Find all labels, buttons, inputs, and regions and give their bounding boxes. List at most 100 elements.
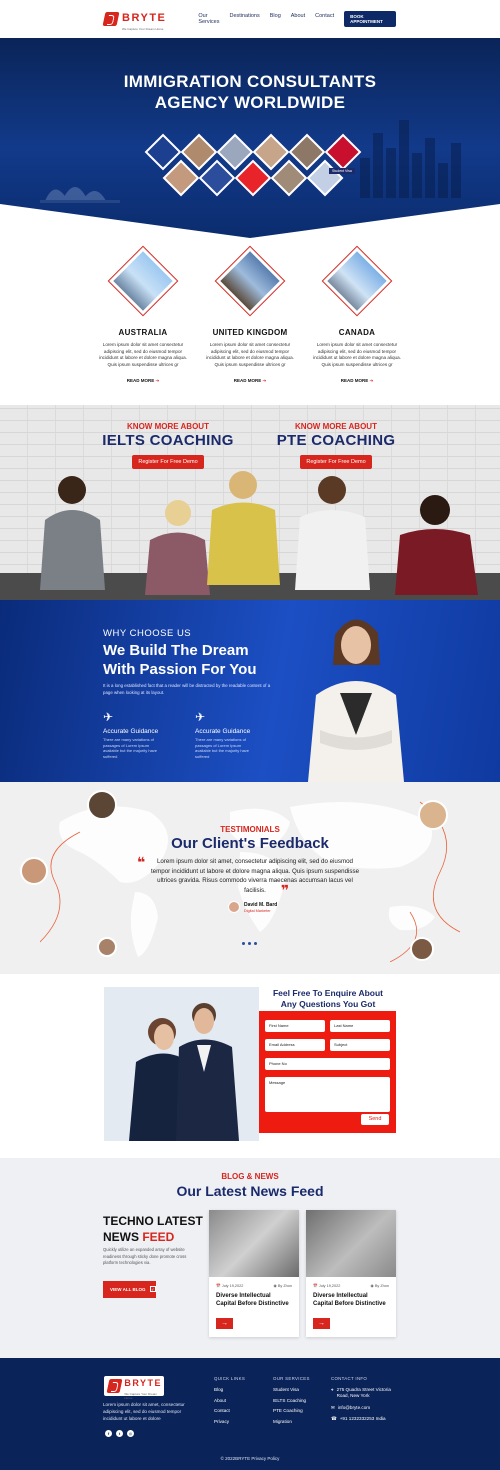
enquiry-title-line-2: Any Questions You Got [280,999,376,1009]
check-icon: ✓ [149,1286,156,1292]
feature-description: There are many variations of passages of… [195,737,250,759]
news-card-author: ◉ By Zhon [370,1283,389,1288]
subject-field[interactable]: Subject [330,1039,390,1051]
enquiry-title-line-1: Feel Free To Enquire About [272,988,384,998]
hero-title-line-2: AGENCY WORLDWIDE [154,93,346,112]
quote-close-icon: ❞ [281,882,290,898]
read-more-label: READ MORE [340,378,369,383]
news-card-author-text: By Zhon [277,1284,292,1288]
client-avatar[interactable] [87,790,117,820]
news-card[interactable]: 📅 July 19,2022 ◉ By Zhon Diverse Intelle… [306,1210,396,1337]
logo-icon [102,12,120,26]
footer-link-about[interactable]: About [214,1398,245,1403]
footer-address-text: 275 Quadra Street Victoria Road, New Yor… [336,1387,391,1398]
feature-item: ✈ Accurate Guidance There are many varia… [195,710,270,759]
news-card-date-text: July 19,2022 [318,1284,341,1288]
read-more-link[interactable]: READ MORE ➔ [93,378,193,384]
destination-image-frame [321,245,393,317]
first-name-field[interactable]: First Name [265,1020,325,1032]
coaching-section: KNOW MORE ABOUT IELTS COACHING Register … [0,405,500,600]
carousel-dot[interactable] [242,942,245,945]
footer-about-text: Lorem ipsum dolor sit amet, consectetur … [103,1402,185,1421]
footer-column-title: OUR SERVICES [273,1376,310,1381]
destination-card-canada: CANADA Lorem ipsum dolor sit amet consec… [307,238,407,384]
footer-link-migration[interactable]: Migration [273,1419,310,1424]
footer-email[interactable]: ✉ info@bryte.com [331,1405,403,1411]
phone-field[interactable]: Phone No [265,1058,390,1070]
client-avatar[interactable] [20,857,48,885]
footer-link-student-visa[interactable]: Student Visa [273,1387,310,1392]
news-title: Our Latest News Feed [176,1183,324,1199]
businesswoman-photo [308,619,404,782]
news-feature-line-2a: NEWS [103,1230,143,1244]
footer-brand-name: BRYTE [124,1377,163,1388]
arrow-right-icon: ➔ [155,378,160,383]
nav-link-blog[interactable]: Blog [270,13,281,25]
destination-title: AUSTRALIA [118,328,168,337]
news-feature-description: Quickly utilize an expanded array of web… [103,1247,187,1265]
client-avatar[interactable] [410,937,434,961]
nav-link-destinations[interactable]: Destinations [229,13,259,25]
read-more-link[interactable]: READ MORE ➔ [200,378,300,384]
ielts-promo: KNOW MORE ABOUT IELTS COACHING Register … [98,422,238,469]
airplane-icon: ✈ [195,710,206,724]
nav-link-services[interactable]: Our Services [198,13,219,25]
nav-link-contact[interactable]: Contact [315,13,334,25]
view-all-blog-button[interactable]: VIEW ALL BLOG ✓ [103,1281,156,1298]
footer-phone[interactable]: ☎ +91 1232332253 India [331,1416,403,1422]
student-visa-badge: Student Visa [329,168,355,174]
hero-title: IMMIGRATION CONSULTANTS AGENCY WORLDWIDE [0,71,500,113]
canada-image [327,251,387,311]
email-field[interactable]: Email Address [265,1039,325,1051]
hero-title-line-1: IMMIGRATION CONSULTANTS [123,72,377,91]
why-title-line-2: With Passion For You [103,661,257,678]
last-name-field[interactable]: Last Name [330,1020,390,1032]
destination-card-uk: UNITED KINGDOM Lorem ipsum dolor sit ame… [200,238,300,384]
testimonials-kicker: TESTIMONIALS [220,825,280,834]
read-more-link[interactable]: READ MORE ➔ [307,378,407,384]
footer-copyright: © 2022BRYTE Privacy Policy [220,1456,280,1461]
nav-link-about[interactable]: About [291,13,305,25]
brand-name: BRYTE [122,11,167,24]
message-field[interactable]: Message [265,1077,390,1112]
logo-icon [106,1379,123,1393]
twitter-icon[interactable]: t [116,1430,123,1437]
author-avatar [228,901,240,913]
book-appointment-button[interactable]: BOOK APPOINTMENT [344,11,396,27]
destinations-section: AUSTRALIA Lorem ipsum dolor sit amet con… [0,238,500,405]
news-feature-line-1: TECHNO LATEST [103,1214,203,1228]
instagram-icon[interactable]: ◎ [127,1430,134,1437]
consultants-photo [104,987,259,1141]
send-button[interactable]: Send [361,1114,389,1125]
footer-logo[interactable]: BRYTE We Capture Your Dream Home [104,1376,164,1400]
why-kicker: WHY CHOOSE US [103,628,192,639]
arrow-right-icon: ➔ [262,378,267,383]
news-card[interactable]: 📅 July 19,2022 ◉ By Zhon Diverse Intelle… [209,1210,299,1337]
ielts-kicker: KNOW MORE ABOUT [127,422,209,431]
user-icon: ◉ [273,1284,277,1288]
footer-link-contact[interactable]: Contact [214,1408,245,1413]
footer-quick-links: QUICK LINKS Blog About Contact Privacy [214,1376,245,1429]
why-description: It is a long established fact that a rea… [103,683,271,695]
arrow-right-icon[interactable]: → [216,1318,233,1329]
footer-link-privacy[interactable]: Privacy [214,1419,245,1424]
footer-link-ielts[interactable]: IELTS Coaching [273,1398,310,1403]
client-avatar[interactable] [97,937,117,957]
footer-link-blog[interactable]: Blog [214,1387,245,1392]
news-feature-line-2b: FEED [142,1230,175,1244]
pte-title: PTE COACHING [276,432,396,449]
carousel-dot[interactable] [254,942,257,945]
united-kingdom-image [220,251,280,311]
news-card-title: Diverse Intellectual Capital Before Dist… [216,1293,289,1307]
pte-promo: KNOW MORE ABOUT PTE COACHING Register Fo… [266,422,406,469]
footer-link-pte[interactable]: PTE Coaching [273,1408,310,1413]
destination-image-frame [107,245,179,317]
brand-logo[interactable]: BRYTE We Capture Your Dream Home [102,8,167,31]
destination-description: Lorem ipsum dolor sit amet consectetur a… [313,342,401,367]
footer-phone-text: +91 1232332253 India [339,1416,386,1421]
feature-title: Accurate Guidance [195,728,251,735]
carousel-dot[interactable] [248,942,251,945]
facebook-icon[interactable]: f [105,1430,112,1437]
arrow-right-icon[interactable]: → [313,1318,330,1329]
top-navbar: BRYTE We Capture Your Dream Home Our Ser… [0,0,500,38]
